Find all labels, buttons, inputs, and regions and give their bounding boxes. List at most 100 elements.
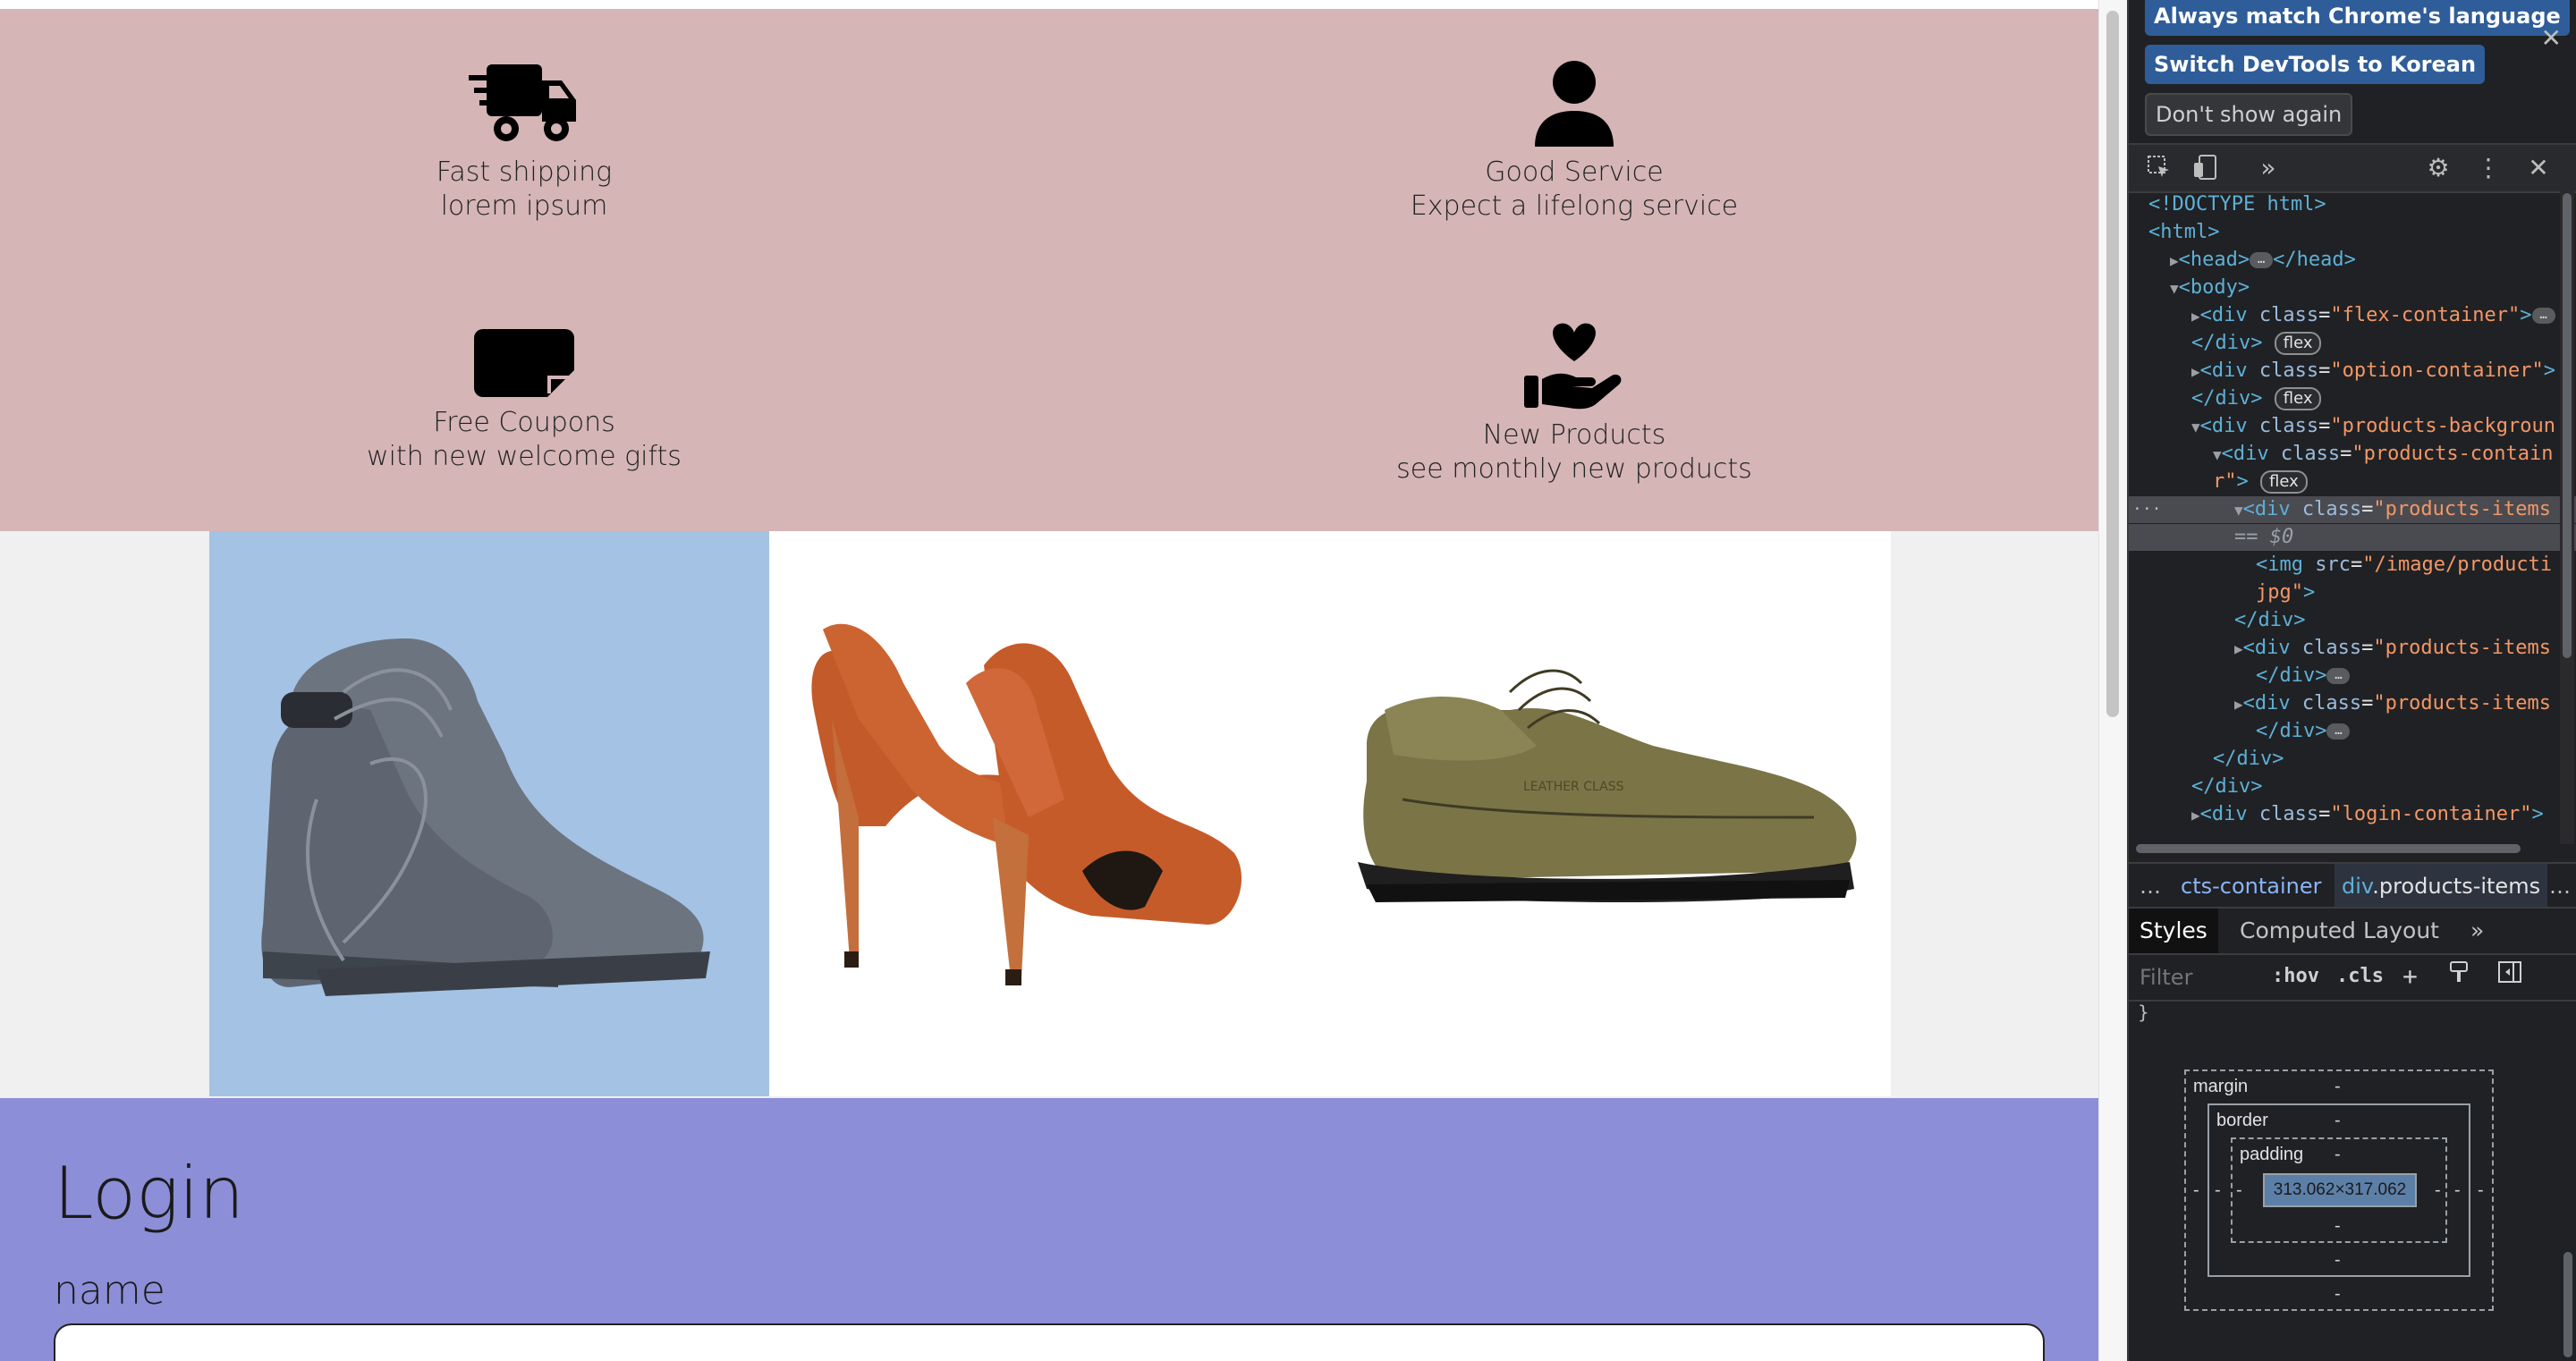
selected-row-menu-icon[interactable]: ··· [2132,496,2162,523]
gear-icon[interactable]: ⚙ [2424,154,2453,182]
dom-tree-scrollbar[interactable] [2560,191,2574,844]
collapsed-content-icon[interactable]: … [2250,252,2274,268]
breadcrumb-overflow-icon[interactable]: … [2549,864,2571,909]
dom-node-line[interactable]: </div> flex [2129,385,2576,412]
dom-node-line[interactable]: <!DOCTYPE html> [2129,191,2576,218]
expand-toggle-icon[interactable]: ▶ [2191,363,2200,380]
page-scrollbar[interactable] [2098,0,2128,1361]
dom-node-line[interactable]: ▶<div class="login-container"> [2129,801,2576,828]
collapsed-content-icon[interactable]: … [2326,723,2351,740]
product-item-boots[interactable] [209,531,769,1096]
dom-tree-scrollbar-thumb[interactable] [2563,193,2572,658]
inspect-element-icon[interactable] [2145,154,2174,182]
switch-language-button[interactable]: Switch DevTools to Korean [2145,45,2486,84]
breadcrumb-more-icon[interactable]: … [2140,864,2161,909]
dom-node-line[interactable]: </div> [2129,773,2576,800]
always-match-language-button[interactable]: Always match Chrome's language [2145,0,2570,36]
dom-tree-hscrollbar[interactable] [2136,842,2560,855]
dom-node-line[interactable]: <html> [2129,219,2576,246]
tab-styles[interactable]: Styles [2129,909,2218,953]
border-bottom-value[interactable]: - [2334,1250,2341,1271]
expand-toggle-icon[interactable]: ▶ [2191,807,2200,824]
dom-node-line[interactable]: </div>… [2129,718,2576,745]
flex-badge[interactable]: flex [2260,470,2308,494]
dom-attr-value: "option-container" [2330,359,2544,382]
dom-node-line[interactable]: ▼<div class="products-contain [2129,441,2576,468]
paint-icon[interactable] [2449,960,2470,994]
device-toggle-icon[interactable] [2191,154,2220,182]
dom-node-line[interactable]: </div> [2129,746,2576,773]
more-tabs-icon[interactable]: » [2470,909,2484,953]
padding-left-value[interactable]: - [2236,1180,2242,1201]
name-input[interactable] [54,1323,2045,1361]
expand-toggle-icon[interactable]: ▶ [2191,308,2200,325]
product-item-leather-shoe[interactable]: LEATHER CLASS [1331,531,1891,1096]
flex-badge[interactable]: flex [2274,387,2322,410]
expand-toggle-icon[interactable]: ▼ [2170,280,2179,297]
close-icon[interactable]: ✕ [2541,23,2562,53]
dom-tag: <div [2242,637,2291,659]
dom-tag-close: > [2531,803,2544,825]
dom-node-line[interactable]: ▶<div class="products-items [2129,635,2576,662]
dom-node-line[interactable]: </div>… [2129,663,2576,689]
collapsed-content-icon[interactable]: … [2531,308,2555,324]
hov-toggle[interactable]: :hov [2272,960,2319,993]
expand-toggle-icon[interactable]: ▼ [2191,418,2200,435]
expand-toggle-icon[interactable]: ▶ [2234,696,2243,713]
dom-attr-value: "products-contain [2351,443,2554,465]
login-title: Login [54,1152,245,1235]
kebab-menu-icon[interactable]: ⋮ [2474,154,2503,182]
styles-scrollbar[interactable] [2562,1252,2574,1357]
breadcrumb-item[interactable]: cts-container [2181,864,2322,909]
box-model-content-size[interactable]: 313.062×317.062 [2263,1173,2417,1207]
more-tabs-icon[interactable]: » [2254,154,2283,182]
border-left-value[interactable]: - [2215,1180,2221,1201]
padding-top-value[interactable]: - [2334,1145,2341,1165]
margin-bottom-value[interactable]: - [2334,1284,2341,1305]
dom-node-line[interactable]: ▼<div class="products-items [2129,496,2576,523]
dom-node-line[interactable]: jpg"> [2129,579,2576,606]
dom-node-line[interactable]: == $0 [2129,524,2576,551]
add-rule-icon[interactable]: + [2402,960,2418,993]
margin-left-value[interactable]: - [2193,1180,2199,1201]
dom-node-line[interactable]: ▼<body> [2129,275,2576,301]
styles-scrollbar-thumb[interactable] [2563,1252,2572,1357]
dom-node-line[interactable]: <img src="/image/producti [2129,552,2576,579]
dom-attr: class [2301,692,2362,714]
expand-toggle-icon[interactable]: ▼ [2213,446,2222,463]
dom-node-line[interactable]: </div> flex [2129,330,2576,357]
flex-badge[interactable]: flex [2274,332,2322,355]
border-right-value[interactable]: - [2454,1180,2461,1201]
dom-node-line[interactable]: ▶<div class="products-items [2129,690,2576,717]
expand-toggle-icon[interactable]: ▶ [2234,640,2243,657]
dom-node-line[interactable]: ▼<div class="products-backgroun [2129,413,2576,440]
breadcrumb-class: .products-items [2372,874,2541,899]
dom-node-line[interactable]: r"> flex [2129,469,2576,495]
dom-node-line[interactable]: ▶<div class="flex-container">… [2129,302,2576,329]
expand-toggle-icon[interactable]: ▶ [2170,252,2179,269]
dom-node-line[interactable]: </div> [2129,607,2576,634]
dom-node-line[interactable]: ▶<head>… </head> [2129,247,2576,274]
dom-tree-hscrollbar-thumb[interactable] [2136,844,2521,853]
dom-node-line[interactable]: ▶<div class="option-container"> [2129,358,2576,385]
filter-input[interactable] [2138,960,2267,994]
dom-tag: <div [2199,415,2248,437]
padding-bottom-value[interactable]: - [2334,1216,2341,1237]
breadcrumb-item-selected[interactable]: div.products-items [2334,864,2548,909]
tab-layout[interactable]: Layout [2363,909,2439,953]
border-top-value[interactable]: - [2334,1111,2341,1131]
product-item-heels[interactable] [769,531,1331,1096]
collapsed-content-icon[interactable]: … [2326,668,2351,684]
padding-right-value[interactable]: - [2435,1180,2441,1201]
tab-computed[interactable]: Computed [2240,909,2356,953]
close-devtools-icon[interactable]: ✕ [2524,154,2553,182]
dont-show-again-button[interactable]: Don't show again [2145,93,2353,136]
page-scrollbar-thumb[interactable] [2106,11,2119,717]
margin-right-value[interactable]: - [2478,1180,2484,1201]
coupon-ticket-icon [474,329,574,397]
expand-toggle-icon[interactable]: ▼ [2234,502,2243,519]
toggle-sidebar-icon[interactable] [2497,960,2522,994]
margin-top-value[interactable]: - [2334,1077,2341,1097]
dom-tag: </div> [2234,609,2306,631]
cls-toggle[interactable]: .cls [2336,960,2384,993]
